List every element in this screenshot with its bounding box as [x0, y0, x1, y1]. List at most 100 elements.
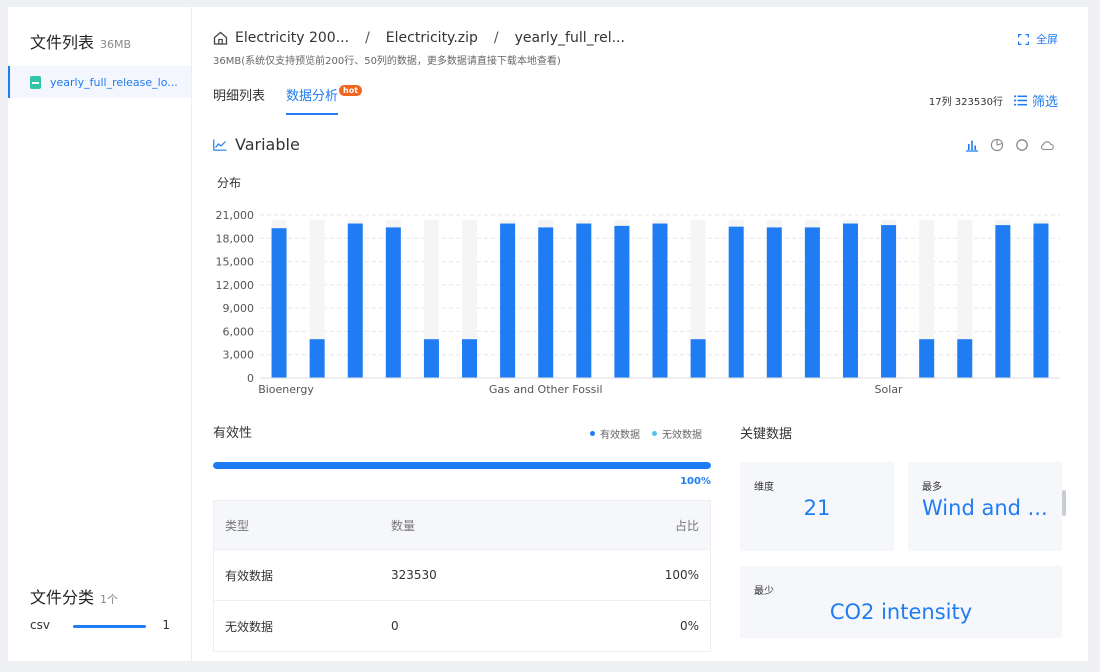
key-card-value: Wind and ... — [922, 496, 1048, 520]
legend-valid-label: 有效数据 — [600, 430, 640, 441]
table-meta: 17列 323530行 筛选 — [929, 91, 1058, 110]
home-icon[interactable] — [213, 31, 228, 45]
bar — [995, 225, 1011, 378]
sidebar: 文件列表 36MB yearly_full_release_lo... 文件分类 1… — [8, 7, 192, 661]
validity-table: 类型 数量 占比 有效数据 323530 100% 无效数据 0 0% — [213, 500, 711, 652]
y-tick-label: 18,000 — [216, 232, 255, 245]
bar — [842, 223, 858, 378]
validity-progress-fill — [213, 462, 711, 469]
key-data-title: 关键数据 — [740, 427, 793, 442]
legend-valid: 有效数据 — [590, 426, 640, 441]
column-header-ratio: 占比 — [674, 518, 699, 533]
y-tick-label: 9,000 — [223, 302, 255, 315]
bar — [423, 339, 439, 378]
file-info-note: 36MB(系统仅支持预览前200行、50列的数据，更多数据请直接下载本地查看) — [213, 56, 561, 67]
validity-percent: 100% — [680, 476, 711, 487]
key-card-label: 维度 — [754, 482, 774, 493]
scrollbar-thumb[interactable] — [1062, 490, 1066, 516]
column-header-type: 类型 — [225, 518, 250, 533]
chart-type-switcher — [954, 138, 1054, 152]
dimension-count: 17列 323530行 — [928, 97, 1003, 108]
key-card-value: CO2 intensity — [829, 600, 973, 624]
bar — [271, 228, 287, 378]
bar — [652, 223, 668, 378]
file-list-title: 文件列表 36MB — [30, 29, 131, 53]
bar — [309, 339, 325, 378]
cell-ratio: 0% — [679, 619, 699, 633]
y-tick-label: 0 — [247, 372, 254, 385]
validity-progress-bar — [213, 462, 711, 469]
bar — [1033, 223, 1049, 378]
line-chart-icon — [213, 139, 227, 151]
distribution-label: 分布 — [217, 176, 242, 190]
bar — [728, 226, 744, 378]
filter-button[interactable]: 筛选 — [1013, 91, 1058, 110]
table-header-row: 类型 数量 占比 — [213, 500, 711, 550]
tab-detail-list[interactable]: 明细列表 — [213, 87, 265, 115]
bar — [576, 223, 592, 378]
validity-title: 有效性 — [213, 426, 253, 441]
table-row: 无效数据 0 0% — [213, 601, 711, 652]
bar — [804, 227, 820, 378]
filter-label: 筛选 — [1031, 95, 1058, 110]
key-card-label: 最多 — [922, 482, 942, 493]
file-list-label: 文件列表 — [30, 33, 95, 52]
csv-file-icon — [30, 75, 41, 89]
pie-chart-icon[interactable] — [990, 138, 1004, 152]
list-filter-icon — [1013, 95, 1027, 106]
bar — [766, 227, 782, 378]
main-frame: 文件列表 36MB yearly_full_release_lo... 文件分类 1… — [8, 7, 1088, 661]
cell-type: 有效数据 — [225, 568, 274, 583]
fullscreen-icon — [1018, 33, 1029, 45]
key-card-most: 最多 Wind and ... — [908, 462, 1062, 551]
fullscreen-label: 全屏 — [1036, 33, 1058, 46]
breadcrumb-separator: / — [365, 30, 370, 46]
circle-chart-icon[interactable] — [1015, 138, 1029, 152]
bar — [462, 339, 478, 378]
breadcrumb-item-3: yearly_full_rel... — [514, 30, 625, 46]
variable-title: Variable — [235, 135, 300, 154]
category-count: 1个 — [100, 593, 119, 606]
breadcrumb: Electricity 200... / Electricity.zip / y… — [213, 28, 625, 48]
sidebar-item-file[interactable]: yearly_full_release_lo... — [8, 66, 191, 98]
file-list-size: 36MB — [100, 38, 132, 51]
y-tick-label: 21,000 — [216, 209, 255, 222]
bar — [957, 339, 973, 378]
x-tick-label: Solar — [875, 383, 904, 396]
bar — [919, 339, 935, 378]
breadcrumb-item-2[interactable]: Electricity.zip — [386, 30, 478, 46]
category-row-bar — [73, 625, 146, 628]
key-card-label: 最少 — [754, 586, 774, 597]
bar — [347, 223, 363, 378]
cell-type: 无效数据 — [225, 619, 274, 634]
y-tick-label: 15,000 — [216, 256, 255, 269]
bar — [385, 227, 401, 378]
tab-bar: 明细列表 数据分析 hot — [213, 85, 363, 117]
category-title: 文件分类 1个 — [30, 584, 118, 608]
table-row: 有效数据 323530 100% — [213, 550, 711, 601]
variable-bar-chart: 0 3,000 6,000 9,000 12,000 15,000 18,000 21,000… — [216, 209, 1060, 396]
legend-valid-dot — [590, 431, 595, 436]
column-header-count: 数量 — [391, 518, 416, 533]
bar — [538, 227, 554, 378]
bar — [614, 225, 630, 378]
bar — [881, 225, 897, 378]
legend-invalid-dot — [652, 431, 657, 436]
validity-legend: 有效数据 无效数据 — [578, 426, 702, 441]
category-row-csv[interactable]: csv 1 — [30, 618, 170, 634]
cloud-icon[interactable] — [1040, 138, 1054, 152]
x-tick-label: Bioenergy — [258, 383, 314, 396]
fullscreen-button[interactable]: 全屏 — [1018, 31, 1058, 47]
legend-invalid: 无效数据 — [652, 426, 702, 441]
variable-header: Variable — [213, 135, 300, 154]
breadcrumb-item-1[interactable]: Electricity 200... — [235, 30, 349, 46]
cell-count: 323530 — [391, 568, 437, 582]
bar-chart-icon[interactable] — [965, 138, 979, 152]
tab-data-analysis[interactable]: 数据分析 hot — [286, 85, 363, 115]
legend-invalid-label: 无效数据 — [662, 430, 702, 441]
breadcrumb-separator: / — [493, 30, 499, 46]
key-card-dimension: 维度 21 — [740, 462, 894, 551]
x-tick-label: Gas and Other Fossil — [489, 383, 603, 396]
y-tick-label: 12,000 — [216, 279, 255, 292]
category-row-label: csv — [30, 618, 50, 632]
